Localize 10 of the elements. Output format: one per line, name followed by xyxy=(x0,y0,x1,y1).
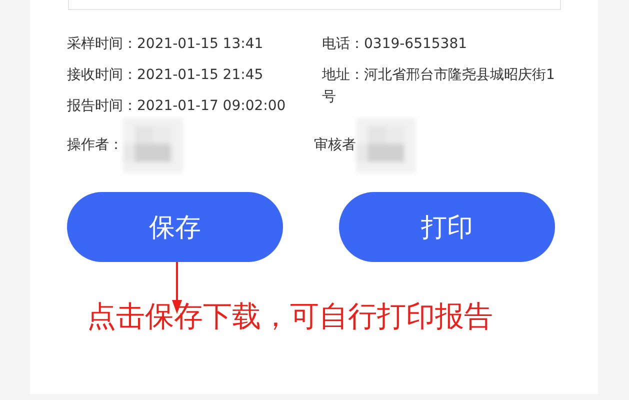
annotation-text: 点击保存下载，可自行打印报告 xyxy=(87,298,494,334)
signature-label: 操作者： xyxy=(67,136,123,155)
info-line: 地址：河北省邢台市隆尧县城昭庆街1号 xyxy=(322,66,555,107)
pill-button[interactable]: 打印 xyxy=(339,192,555,262)
info-line: 接收时间：2021-01-15 21:45 xyxy=(67,66,264,85)
signature-label: 审核者 xyxy=(314,136,356,155)
info-line: 电话：0319-6515381 xyxy=(322,35,468,54)
info-line: 报告时间：2021-01-17 09:02:00 xyxy=(67,97,287,116)
info-line: 采样时间：2021-01-15 13:41 xyxy=(67,35,264,54)
pill-button[interactable]: 保存 xyxy=(67,192,283,262)
